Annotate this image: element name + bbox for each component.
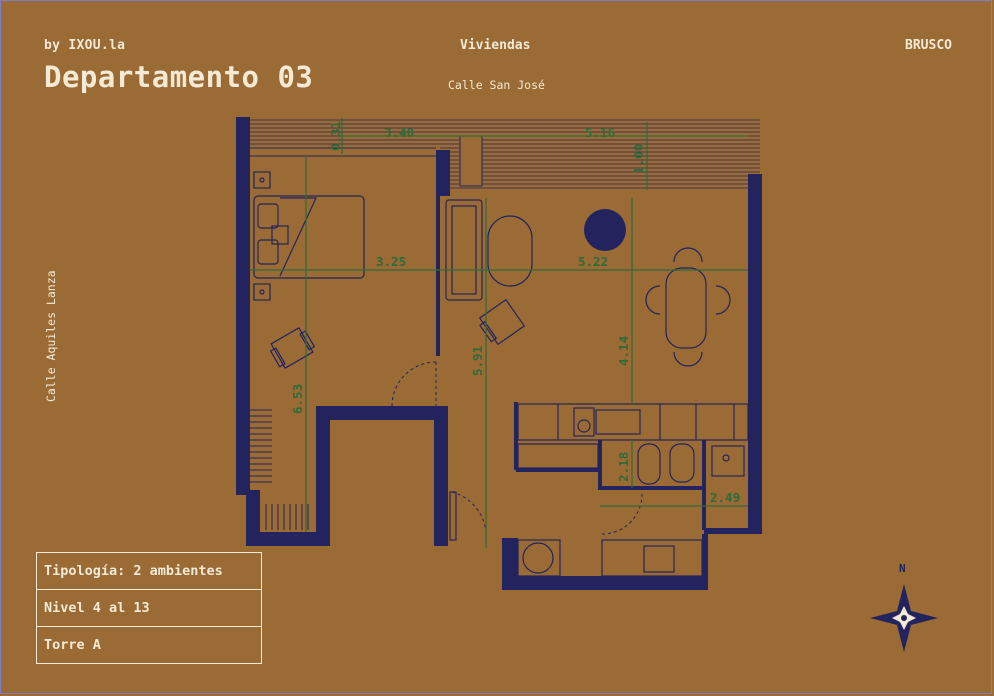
compass-icon (870, 584, 938, 652)
balcony (250, 119, 760, 189)
nivel-label: Nivel 4 al 13 (37, 590, 261, 627)
dim-label: 0.31 (328, 121, 343, 151)
dim-label: 4.14 (616, 336, 631, 366)
torre-label: Torre A (44, 637, 101, 653)
dim-label: 3.25 (376, 254, 406, 269)
dim-label: 6.53 (290, 384, 305, 414)
dim-label: 5.16 (585, 125, 615, 140)
dim-label: 2.18 (616, 452, 631, 482)
info-box: Tipología: 2 ambientes Nivel 4 al 13 Tor… (36, 552, 262, 664)
dim-label: 5.22 (578, 254, 608, 269)
dim-label: 5.91 (470, 346, 485, 376)
dim-label: 3.40 (384, 125, 414, 140)
tipologia-label: Tipología: 2 ambientes (37, 553, 261, 590)
dim-label: 2.49 (710, 490, 740, 505)
round-rug (584, 209, 626, 251)
dim-label: 1.00 (631, 144, 646, 174)
